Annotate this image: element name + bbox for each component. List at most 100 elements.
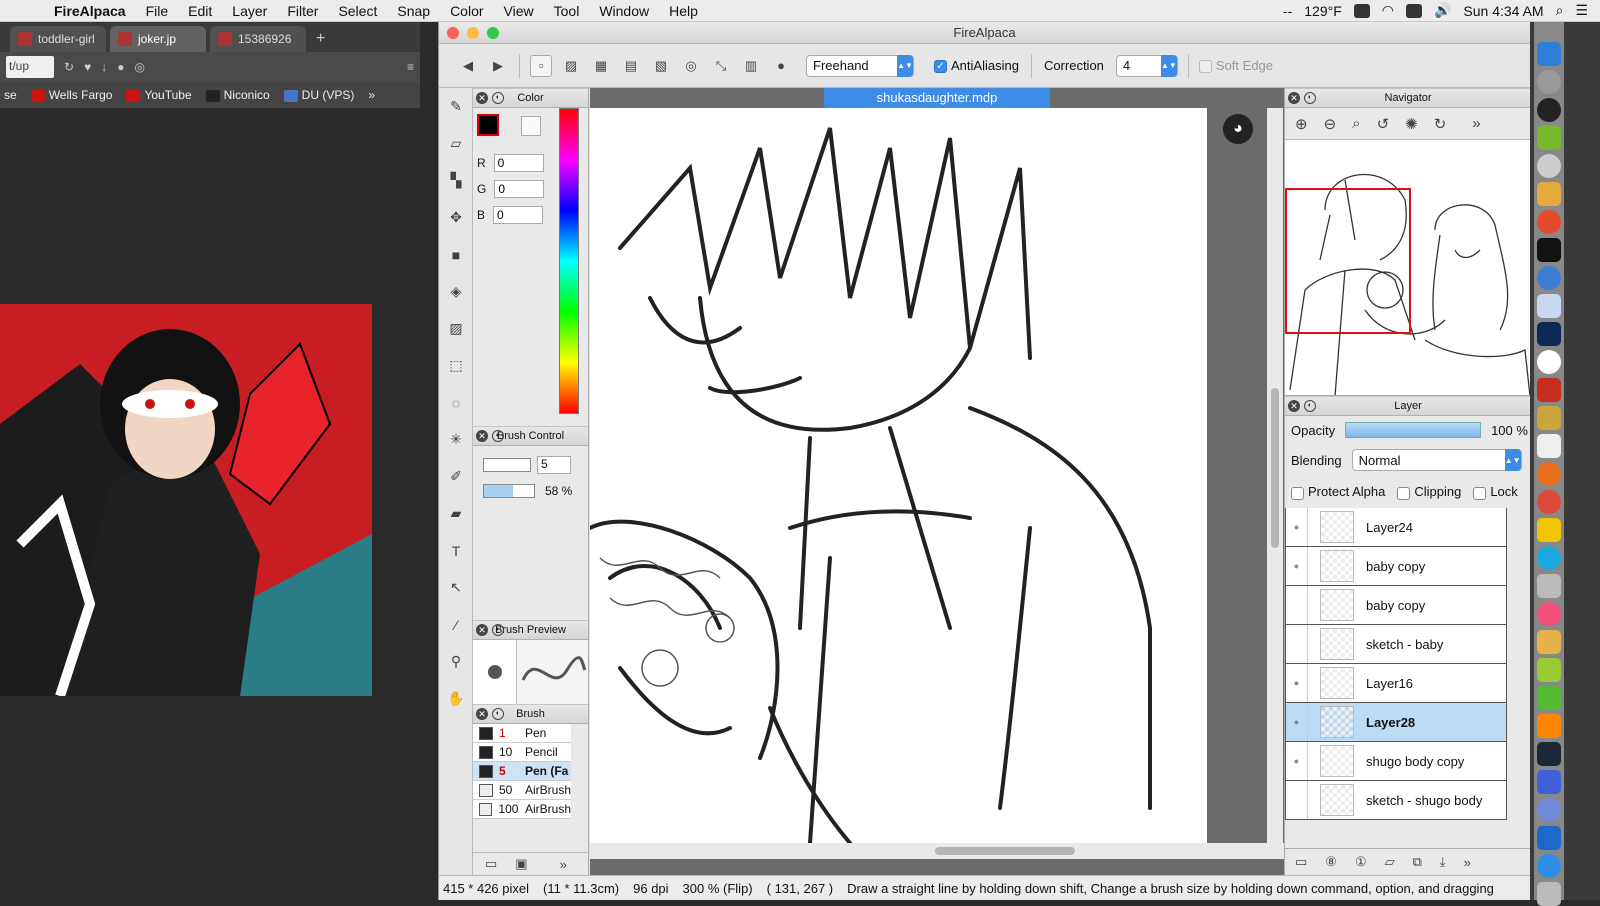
bookmark-item[interactable]: se xyxy=(4,88,17,102)
menu-layer[interactable]: Layer xyxy=(222,3,277,19)
menu-color[interactable]: Color xyxy=(440,3,493,19)
app-icon[interactable] xyxy=(1537,826,1561,850)
brush-item-selected[interactable]: 5 Pen (Fa xyxy=(473,762,571,781)
finder-icon[interactable] xyxy=(1537,42,1561,66)
visibility-icon[interactable] xyxy=(1286,625,1308,663)
safari-icon[interactable] xyxy=(1537,154,1561,178)
viewport-indicator[interactable] xyxy=(1285,188,1411,334)
protect-alpha-checkbox[interactable]: Protect Alpha xyxy=(1291,484,1385,500)
android-icon[interactable] xyxy=(1537,126,1561,150)
eraser-tool-icon[interactable]: ▱ xyxy=(439,125,473,162)
skype-icon[interactable] xyxy=(1537,546,1561,570)
select-eraser-tool-icon[interactable]: ▰ xyxy=(439,495,473,532)
layer-row[interactable]: ● shugo body copy xyxy=(1286,742,1506,781)
menu-view[interactable]: View xyxy=(494,3,544,19)
app-icon[interactable] xyxy=(1537,630,1561,654)
shape-tool-icon[interactable]: ■ xyxy=(439,236,473,273)
magic-wand-tool-icon[interactable]: ✳ xyxy=(439,421,473,458)
app-icon[interactable] xyxy=(1537,574,1561,598)
menu-edit[interactable]: Edit xyxy=(178,3,222,19)
duplicate-layer-icon[interactable]: ⧉ xyxy=(1413,854,1422,870)
layer-row[interactable]: baby copy xyxy=(1286,586,1506,625)
snap-grid-icon[interactable]: ▦ xyxy=(590,55,612,77)
trash-icon[interactable] xyxy=(1537,882,1561,906)
brush-item[interactable]: 1 Pen xyxy=(473,724,571,743)
app-icon[interactable] xyxy=(1537,266,1561,290)
new-8bit-layer-icon[interactable]: ⑧ xyxy=(1325,854,1337,870)
visibility-icon[interactable]: ● xyxy=(1286,508,1308,546)
pocket-icon[interactable]: ♥ xyxy=(84,60,91,74)
layer-row[interactable]: ● Layer24 xyxy=(1286,508,1506,547)
stroke-mode-select[interactable]: Freehand ▲▼ xyxy=(806,54,914,77)
select-pen-tool-icon[interactable]: ✐ xyxy=(439,458,473,495)
visibility-icon[interactable]: ● xyxy=(1286,547,1308,585)
undo-icon[interactable]: ◀ xyxy=(457,55,479,77)
preview-icon[interactable] xyxy=(1537,294,1561,318)
close-icon[interactable]: ✕ xyxy=(476,708,488,720)
menu-file[interactable]: File xyxy=(136,3,179,19)
add-brush-icon[interactable]: ▭ xyxy=(485,856,497,872)
paw-icon[interactable] xyxy=(1353,3,1370,18)
input-source-icon[interactable] xyxy=(1405,3,1422,18)
new-1bit-layer-icon[interactable]: ① xyxy=(1355,854,1367,870)
minimize-window-button[interactable] xyxy=(467,26,479,39)
close-icon[interactable]: ✕ xyxy=(476,92,488,104)
close-icon[interactable]: ✕ xyxy=(476,430,488,442)
visibility-icon[interactable] xyxy=(1286,586,1308,624)
layer-opacity-slider[interactable] xyxy=(1345,422,1482,438)
detach-icon[interactable]: ◐ xyxy=(1304,400,1316,412)
detach-icon[interactable]: ◐ xyxy=(492,430,504,442)
reload-icon[interactable]: ↻ xyxy=(64,60,74,74)
visibility-icon[interactable]: ● xyxy=(1286,742,1308,780)
navigator-thumbnail[interactable] xyxy=(1285,140,1531,396)
zoom-window-button[interactable] xyxy=(487,26,499,39)
hue-slider[interactable] xyxy=(559,108,579,414)
browser-tab[interactable]: toddler-girl xyxy=(10,26,106,52)
new-layer-icon[interactable]: ▭ xyxy=(1295,854,1307,870)
scroll-thumb[interactable] xyxy=(1271,388,1279,548)
correction-select[interactable]: 4 ▲▼ xyxy=(1115,54,1178,77)
menu-filter[interactable]: Filter xyxy=(277,3,328,19)
r-input[interactable] xyxy=(493,154,544,172)
eyedropper-tool-icon[interactable]: ⚲ xyxy=(439,643,473,680)
move-tool-icon[interactable]: ✥ xyxy=(439,199,473,236)
app-icon[interactable] xyxy=(1537,518,1561,542)
alpaca-mascot-icon[interactable]: ◕ xyxy=(1223,114,1253,144)
wifi-icon[interactable]: ◠ xyxy=(1382,2,1394,19)
layer-row[interactable]: ● baby copy xyxy=(1286,547,1506,586)
browser-tab[interactable]: 15386926 xyxy=(210,26,306,52)
layer-row[interactable]: ● Layer16 xyxy=(1286,664,1506,703)
app-icon[interactable] xyxy=(1537,770,1561,794)
brush-size-input[interactable]: 5 xyxy=(537,456,571,474)
clipping-checkbox[interactable]: Clipping xyxy=(1397,484,1461,500)
select-tool-icon[interactable]: ⬚ xyxy=(439,347,473,384)
app-store-icon[interactable] xyxy=(1537,854,1561,878)
dot-tool-icon[interactable]: ▚ xyxy=(439,162,473,199)
gradient-tool-icon[interactable]: ▨ xyxy=(439,310,473,347)
detach-icon[interactable]: ◐ xyxy=(492,708,504,720)
soft-edge-checkbox[interactable]: Soft Edge xyxy=(1198,58,1273,74)
visibility-icon[interactable]: ● xyxy=(1286,664,1308,702)
zoom-fit-icon[interactable]: ⌕ xyxy=(1352,115,1360,132)
menu-help[interactable]: Help xyxy=(659,3,708,19)
vlc-icon[interactable] xyxy=(1537,714,1561,738)
antialiasing-checkbox[interactable]: ✓ AntiAliasing xyxy=(934,58,1019,74)
app-icon[interactable] xyxy=(1537,658,1561,682)
download-icon[interactable]: ↓ xyxy=(101,60,107,74)
reset-rotation-icon[interactable]: ✺ xyxy=(1405,115,1418,133)
launchpad-icon[interactable] xyxy=(1537,98,1561,122)
browser-tab-active[interactable]: joker.jp xyxy=(110,26,206,52)
close-icon[interactable]: ✕ xyxy=(1288,92,1300,104)
brush-opacity-slider[interactable] xyxy=(483,484,535,498)
extension-icon[interactable]: ◎ xyxy=(134,60,144,74)
close-icon[interactable]: ✕ xyxy=(1288,400,1300,412)
menu-tool[interactable]: Tool xyxy=(544,3,590,19)
new-folder-icon[interactable]: ▱ xyxy=(1385,854,1395,870)
bookmark-du-vps[interactable]: DU (VPS) xyxy=(283,88,354,102)
more-icon[interactable]: » xyxy=(1464,855,1471,870)
transparent-color-swatch[interactable] xyxy=(521,116,541,136)
primary-color-swatch[interactable] xyxy=(477,114,499,136)
menu-snap[interactable]: Snap xyxy=(387,3,440,19)
photoshop-icon[interactable] xyxy=(1537,322,1561,346)
horizontal-scrollbar[interactable] xyxy=(590,843,1284,859)
